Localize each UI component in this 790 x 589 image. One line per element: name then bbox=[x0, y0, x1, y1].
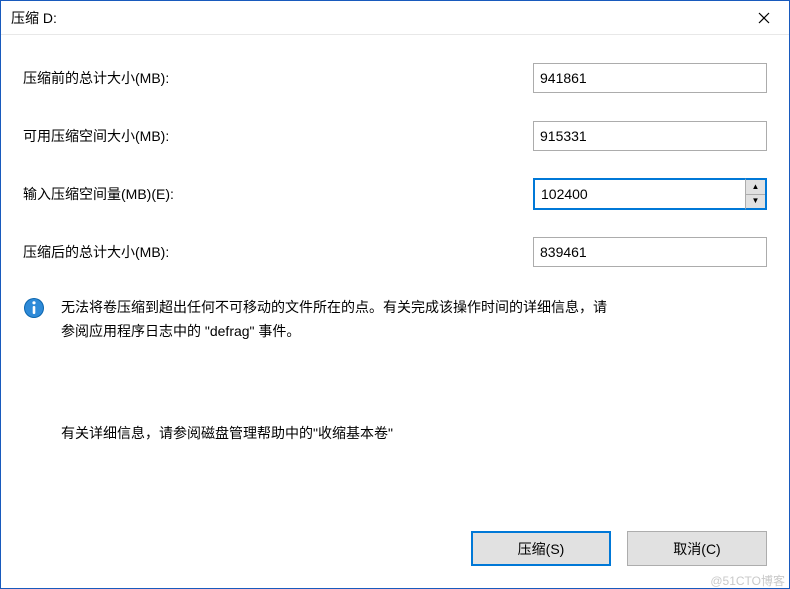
label-total-before: 压缩前的总计大小(MB): bbox=[23, 68, 533, 88]
shrink-amount-input[interactable] bbox=[533, 178, 745, 210]
info-line1: 无法将卷压缩到超出任何不可移动的文件所在的点。有关完成该操作时间的详细信息，请 bbox=[61, 295, 607, 319]
field-shrink-amount: 输入压缩空间量(MB)(E): ▲ ▼ bbox=[23, 179, 767, 209]
label-total-after: 压缩后的总计大小(MB): bbox=[23, 242, 533, 262]
triangle-down-icon: ▼ bbox=[752, 197, 760, 205]
field-available: 可用压缩空间大小(MB): 915331 bbox=[23, 121, 767, 151]
spinner-buttons: ▲ ▼ bbox=[745, 178, 767, 210]
info-text: 无法将卷压缩到超出任何不可移动的文件所在的点。有关完成该操作时间的详细信息，请 … bbox=[61, 295, 607, 343]
info-line2: 参阅应用程序日志中的 "defrag" 事件。 bbox=[61, 319, 607, 343]
cancel-button[interactable]: 取消(C) bbox=[627, 531, 767, 566]
info-secondary: 有关详细信息，请参阅磁盘管理帮助中的"收缩基本卷" bbox=[61, 421, 767, 445]
titlebar: 压缩 D: bbox=[1, 1, 789, 35]
field-total-after: 压缩后的总计大小(MB): 839461 bbox=[23, 237, 767, 267]
label-available: 可用压缩空间大小(MB): bbox=[23, 126, 533, 146]
info-section: 无法将卷压缩到超出任何不可移动的文件所在的点。有关完成该操作时间的详细信息，请 … bbox=[23, 295, 767, 343]
value-total-before: 941861 bbox=[533, 63, 767, 93]
watermark: @51CTO博客 bbox=[710, 572, 785, 589]
spin-down-button[interactable]: ▼ bbox=[746, 195, 765, 209]
triangle-up-icon: ▲ bbox=[752, 183, 760, 191]
button-row: 压缩(S) 取消(C) bbox=[471, 531, 767, 566]
close-button[interactable] bbox=[739, 1, 789, 35]
value-total-after: 839461 bbox=[533, 237, 767, 267]
shrink-button[interactable]: 压缩(S) bbox=[471, 531, 611, 566]
field-total-before: 压缩前的总计大小(MB): 941861 bbox=[23, 63, 767, 93]
shrink-amount-spinner: ▲ ▼ bbox=[533, 178, 767, 210]
info-icon bbox=[23, 297, 45, 319]
dialog-content: 压缩前的总计大小(MB): 941861 可用压缩空间大小(MB): 91533… bbox=[1, 35, 789, 445]
close-icon bbox=[758, 12, 770, 24]
spin-up-button[interactable]: ▲ bbox=[746, 180, 765, 195]
value-available: 915331 bbox=[533, 121, 767, 151]
label-shrink-amount: 输入压缩空间量(MB)(E): bbox=[23, 184, 533, 204]
window-title: 压缩 D: bbox=[11, 8, 57, 28]
dialog-window: 压缩 D: 压缩前的总计大小(MB): 941861 可用压缩空间大小(MB):… bbox=[0, 0, 790, 589]
